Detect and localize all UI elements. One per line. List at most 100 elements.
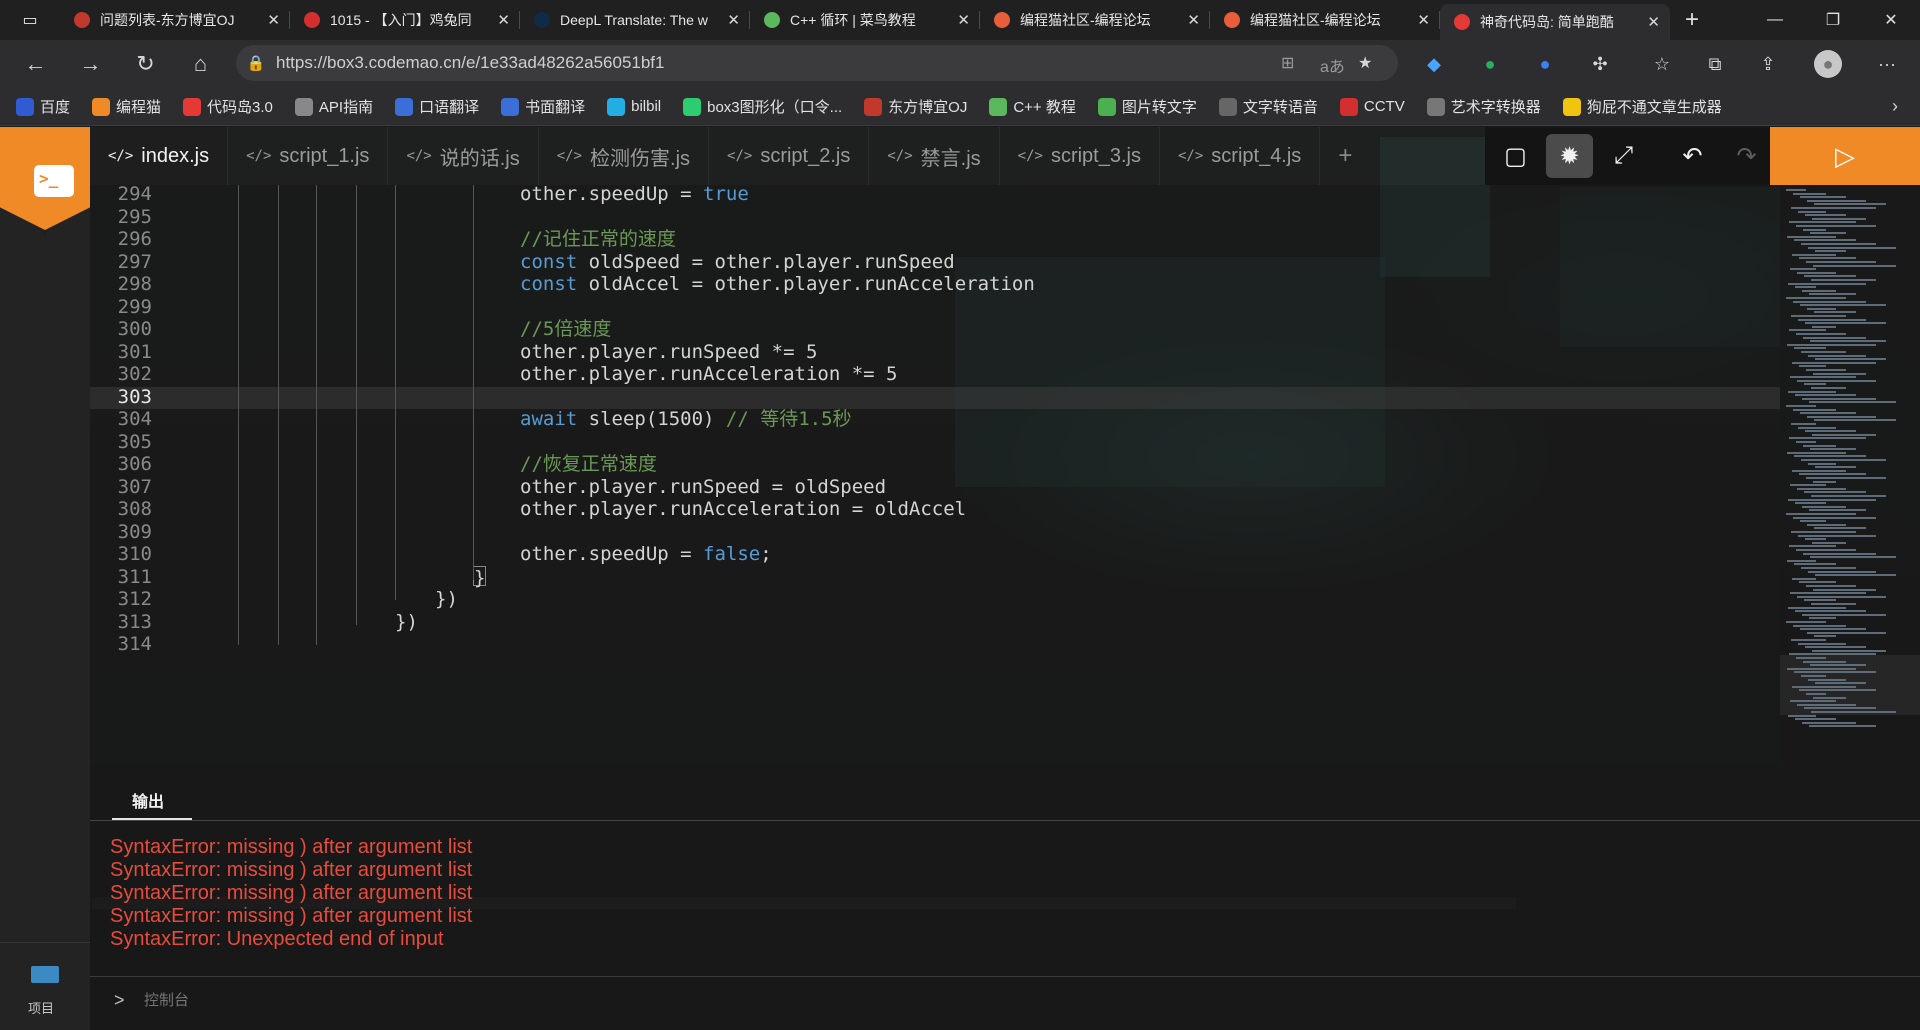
browser-tab[interactable]: 问题列表-东方博宜OJ ✕	[60, 0, 290, 40]
read-aloud-icon[interactable]: aあ	[1320, 53, 1345, 77]
bookmark-item[interactable]: 编程猫	[92, 96, 161, 117]
reload-icon[interactable]: ↻	[118, 51, 173, 77]
tab-output[interactable]: 输出	[132, 788, 164, 812]
code-editor[interactable]: 294 other.speedUp = true 295 296 //记住正常的速度 29…	[90, 185, 1780, 765]
bookmark-item[interactable]: 文字转语音	[1218, 96, 1318, 117]
code-line[interactable]: })	[435, 588, 458, 611]
code-line[interactable]: })	[395, 611, 418, 634]
bookmark-item[interactable]: 书面翻译	[501, 96, 585, 117]
minimap-line	[1814, 635, 1836, 638]
code-line[interactable]: const oldAccel = other.player.runAcceler…	[520, 273, 1035, 296]
code-line[interactable]: other.speedUp = true	[520, 185, 749, 206]
close-tab-icon[interactable]: ✕	[957, 11, 970, 29]
app-available-icon[interactable]: ⊞	[1281, 53, 1294, 73]
favorites-icon[interactable]: ☆	[1648, 50, 1676, 78]
bookmark-item[interactable]: CCTV	[1339, 97, 1405, 116]
bookmark-item[interactable]: bilbil	[607, 97, 661, 116]
file-tab[interactable]: </> script_4.js	[1160, 127, 1321, 185]
expand-icon[interactable]: ⤢	[1600, 134, 1647, 178]
browser-tab[interactable]: 1015 - 【入门】鸡兔同 ✕	[290, 0, 520, 40]
redo-icon[interactable]: ↷	[1723, 134, 1770, 178]
close-tab-icon[interactable]: ✕	[1417, 11, 1430, 29]
bookmark-item[interactable]: 东方博宜OJ	[864, 96, 967, 117]
close-tab-icon[interactable]: ✕	[727, 11, 740, 29]
minimap-line	[1786, 189, 1806, 191]
close-tab-icon[interactable]: ✕	[1187, 11, 1200, 29]
close-window-icon[interactable]: ✕	[1862, 0, 1920, 40]
browser-tab[interactable]: 神奇代码岛: 简单跑酷 ✕	[1440, 4, 1670, 40]
file-tab[interactable]: </> 检测伤害.js	[539, 127, 710, 185]
bookmark-item[interactable]: C++ 教程	[989, 96, 1076, 117]
close-tab-icon[interactable]: ✕	[497, 11, 510, 29]
project-icon[interactable]	[31, 966, 59, 983]
bookmark-item[interactable]: 图片转文字	[1097, 96, 1197, 117]
code-line[interactable]: //记住正常的速度	[520, 228, 676, 251]
browser-tab[interactable]: 编程猫社区-编程论坛 ✕	[1210, 0, 1440, 40]
code-line[interactable]: //5倍速度	[520, 318, 611, 341]
code-line[interactable]: //恢复正常速度	[520, 453, 657, 476]
bookmark-item[interactable]: box3图形化（口令...	[683, 96, 842, 117]
terminal-icon[interactable]: >_	[34, 165, 74, 197]
close-tab-icon[interactable]: ✕	[1647, 13, 1660, 31]
code-line[interactable]: other.speedUp = false;	[520, 543, 772, 566]
debug-bug-icon[interactable]: ✹	[1546, 134, 1593, 178]
grammarly-icon[interactable]: ●	[1476, 50, 1504, 78]
browser-tab[interactable]: DeepL Translate: The w ✕	[520, 0, 750, 40]
code-line[interactable]: }	[473, 565, 487, 588]
collections-icon[interactable]: ⧉	[1701, 50, 1729, 78]
rail-divider	[0, 942, 90, 943]
bookmark-item[interactable]: 百度	[16, 96, 70, 117]
bookmark-item[interactable]: API指南	[294, 96, 373, 117]
minimap-line	[1806, 477, 1886, 479]
chevron-down-icon[interactable]: ▼	[40, 228, 50, 239]
code-minimap[interactable]	[1780, 185, 1920, 765]
bookmark-item[interactable]: 狗屁不通文章生成器	[1562, 96, 1722, 117]
lock-icon[interactable]: 🔒	[236, 54, 276, 72]
favorite-star-icon[interactable]: ★	[1358, 53, 1372, 73]
minimize-icon[interactable]: —	[1746, 0, 1804, 40]
lightning-extension-icon[interactable]: ●	[1531, 50, 1559, 78]
home-icon[interactable]: ⌂	[173, 51, 228, 77]
file-tab[interactable]: </> index.js	[90, 127, 229, 185]
project-label[interactable]: 项目	[28, 998, 54, 1017]
chat-icon[interactable]: ▢	[1492, 134, 1539, 178]
code-line[interactable]: other.player.runSpeed = oldSpeed	[520, 476, 886, 499]
maximize-icon[interactable]: ❐	[1804, 0, 1862, 40]
file-tab[interactable]: </> 说的话.js	[388, 127, 539, 185]
url-text[interactable]: https://box3.codemao.cn/e/1e33ad48262a56…	[276, 53, 665, 73]
code-line[interactable]: other.player.runAcceleration *= 5	[520, 363, 898, 386]
back-icon[interactable]: ←	[8, 51, 63, 77]
bookmark-item[interactable]: 艺术字转换器	[1426, 96, 1541, 117]
tab-favicon-icon	[1454, 14, 1470, 30]
share-icon[interactable]: ⇪	[1754, 50, 1782, 78]
file-tab[interactable]: </> script_1.js	[228, 127, 389, 185]
add-file-tab-button[interactable]: +	[1320, 127, 1370, 185]
code-line[interactable]: other.player.runSpeed *= 5	[520, 341, 817, 364]
forward-icon[interactable]: →	[63, 51, 118, 77]
console-input[interactable]	[144, 992, 544, 1009]
bookmark-item[interactable]: 口语翻译	[395, 96, 479, 117]
extensions-icon[interactable]: ✣	[1586, 50, 1614, 78]
minimap-line	[1794, 239, 1856, 242]
file-tab[interactable]: </> 禁言.js	[869, 127, 1000, 185]
browser-tab[interactable]: 编程猫社区-编程论坛 ✕	[980, 0, 1210, 40]
address-bar[interactable]: 🔒 https://box3.codemao.cn/e/1e33ad48262a…	[236, 45, 1398, 81]
close-tab-icon[interactable]: ✕	[267, 11, 280, 29]
profile-avatar-icon[interactable]: ●	[1814, 50, 1842, 78]
code-line[interactable]: await sleep(1500) // 等待1.5秒	[520, 408, 852, 431]
line-number: 304	[117, 408, 152, 430]
more-menu-icon[interactable]: ···	[1873, 50, 1901, 78]
undo-icon[interactable]: ↶	[1669, 134, 1716, 178]
file-tab[interactable]: </> script_3.js	[1000, 127, 1160, 185]
file-tab[interactable]: </> script_2.js	[709, 127, 870, 185]
code-line[interactable]: other.player.runAcceleration = oldAccel	[520, 498, 966, 521]
bookmarks-overflow-icon[interactable]: ›	[1892, 96, 1898, 117]
panel-resize-handle[interactable]	[90, 765, 1920, 778]
window-menu-icon[interactable]: ▭	[0, 0, 60, 40]
code-line[interactable]: const oldSpeed = other.player.runSpeed	[520, 251, 955, 274]
run-button[interactable]: ▷	[1770, 127, 1920, 185]
extension-gem-icon[interactable]: ◆	[1420, 50, 1448, 78]
bookmark-item[interactable]: 代码岛3.0	[183, 96, 273, 117]
browser-tab[interactable]: C++ 循环 | 菜鸟教程 ✕	[750, 0, 980, 40]
new-tab-button[interactable]: +	[1670, 0, 1714, 40]
